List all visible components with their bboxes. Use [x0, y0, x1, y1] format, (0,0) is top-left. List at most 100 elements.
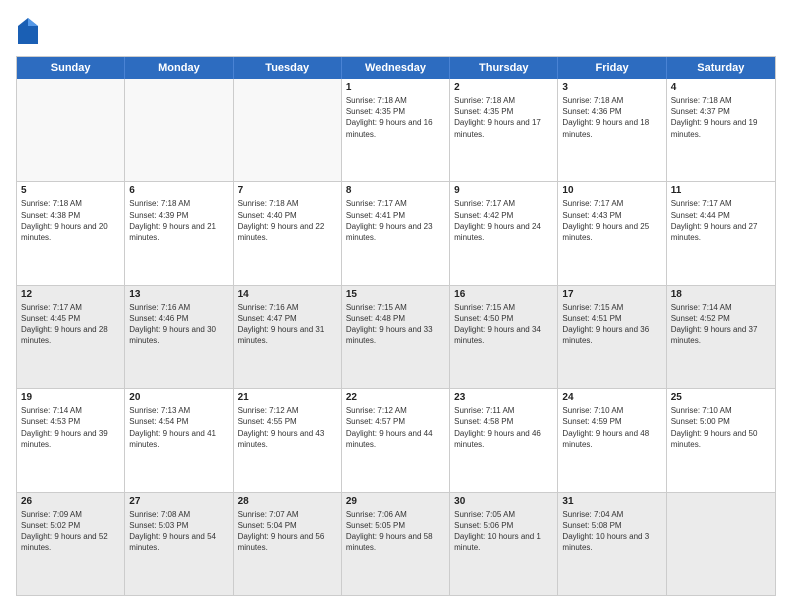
day-number: 14: [238, 289, 337, 300]
cell-info: Sunrise: 7:17 AM Sunset: 4:42 PM Dayligh…: [454, 198, 553, 243]
cell-info: Sunrise: 7:06 AM Sunset: 5:05 PM Dayligh…: [346, 509, 445, 554]
cell-info: Sunrise: 7:15 AM Sunset: 4:48 PM Dayligh…: [346, 302, 445, 347]
cell-info: Sunrise: 7:18 AM Sunset: 4:39 PM Dayligh…: [129, 198, 228, 243]
cell-info: Sunrise: 7:17 AM Sunset: 4:43 PM Dayligh…: [562, 198, 661, 243]
header: [16, 16, 776, 46]
day-number: 22: [346, 392, 445, 403]
cell-info: Sunrise: 7:09 AM Sunset: 5:02 PM Dayligh…: [21, 509, 120, 554]
day-number: 1: [346, 82, 445, 93]
calendar-cell: 18Sunrise: 7:14 AM Sunset: 4:52 PM Dayli…: [667, 286, 775, 388]
cell-info: Sunrise: 7:04 AM Sunset: 5:08 PM Dayligh…: [562, 509, 661, 554]
day-number: 26: [21, 496, 120, 507]
day-number: 21: [238, 392, 337, 403]
day-number: 12: [21, 289, 120, 300]
cell-info: Sunrise: 7:13 AM Sunset: 4:54 PM Dayligh…: [129, 405, 228, 450]
cell-info: Sunrise: 7:17 AM Sunset: 4:41 PM Dayligh…: [346, 198, 445, 243]
calendar-cell: 16 Sunrise: 7:15 AM Sunset: 4:50 PM Dayli…: [450, 286, 558, 388]
day-number: 30: [454, 496, 553, 507]
calendar-row: 26 Sunrise: 7:09 AM Sunset: 5:02 PM Dayli…: [17, 493, 775, 595]
calendar-cell: 2 Sunrise: 7:18 AM Sunset: 4:35 PM Daylig…: [450, 79, 558, 181]
day-number: 17: [562, 289, 661, 300]
weekday-header: Thursday: [450, 57, 558, 79]
day-number: 18: [671, 289, 771, 300]
day-number: 6: [129, 185, 228, 196]
day-number: 11: [671, 185, 771, 196]
day-number: 31: [562, 496, 661, 507]
day-number: 27: [129, 496, 228, 507]
cell-info: Sunrise: 7:10 AM Sunset: 4:59 PM Dayligh…: [562, 405, 661, 450]
cell-info: Sunrise: 7:08 AM Sunset: 5:03 PM Dayligh…: [129, 509, 228, 554]
cell-info: Sunrise: 7:11 AM Sunset: 4:58 PM Dayligh…: [454, 405, 553, 450]
page: SundayMondayTuesdayWednesdayThursdayFrid…: [0, 0, 792, 612]
day-number: 28: [238, 496, 337, 507]
cell-info: Sunrise: 7:18 AM Sunset: 4:40 PM Dayligh…: [238, 198, 337, 243]
day-number: 5: [21, 185, 120, 196]
calendar-row: 1 Sunrise: 7:18 AM Sunset: 4:35 PM Daylig…: [17, 79, 775, 182]
cell-info: Sunrise: 7:18 AM Sunset: 4:38 PM Dayligh…: [21, 198, 120, 243]
weekday-header: Monday: [125, 57, 233, 79]
day-number: 24: [562, 392, 661, 403]
cell-info: Sunrise: 7:18 AM Sunset: 4:37 PM Dayligh…: [671, 95, 771, 140]
cell-info: Sunrise: 7:16 AM Sunset: 4:46 PM Dayligh…: [129, 302, 228, 347]
calendar-cell: 11 Sunrise: 7:17 AM Sunset: 4:44 PM Dayli…: [667, 182, 775, 284]
calendar-cell: 10 Sunrise: 7:17 AM Sunset: 4:43 PM Dayli…: [558, 182, 666, 284]
day-number: 7: [238, 185, 337, 196]
day-number: 16: [454, 289, 553, 300]
calendar: SundayMondayTuesdayWednesdayThursdayFrid…: [16, 56, 776, 596]
cell-info: Sunrise: 7:05 AM Sunset: 5:06 PM Dayligh…: [454, 509, 553, 554]
cell-info: Sunrise: 7:16 AM Sunset: 4:47 PM Dayligh…: [238, 302, 337, 347]
day-number: 10: [562, 185, 661, 196]
calendar-cell: 26 Sunrise: 7:09 AM Sunset: 5:02 PM Dayli…: [17, 493, 125, 595]
calendar-cell: 28 Sunrise: 7:07 AM Sunset: 5:04 PM Dayli…: [234, 493, 342, 595]
cell-info: Sunrise: 7:17 AM Sunset: 4:44 PM Dayligh…: [671, 198, 771, 243]
calendar-cell: 17Sunrise: 7:15 AM Sunset: 4:51 PM Dayli…: [558, 286, 666, 388]
logo: [16, 16, 44, 46]
weekday-header: Tuesday: [234, 57, 342, 79]
calendar-cell: 13 Sunrise: 7:16 AM Sunset: 4:46 PM Dayli…: [125, 286, 233, 388]
calendar-cell: [234, 79, 342, 181]
cell-info: Sunrise: 7:12 AM Sunset: 4:55 PM Dayligh…: [238, 405, 337, 450]
cell-info: Sunrise: 7:14 AM Sunset: 4:53 PM Dayligh…: [21, 405, 120, 450]
calendar-body: 1 Sunrise: 7:18 AM Sunset: 4:35 PM Daylig…: [17, 79, 775, 595]
calendar-cell: 19 Sunrise: 7:14 AM Sunset: 4:53 PM Dayli…: [17, 389, 125, 491]
calendar-cell: 12Sunrise: 7:17 AM Sunset: 4:45 PM Dayli…: [17, 286, 125, 388]
weekday-header: Sunday: [17, 57, 125, 79]
calendar-cell: 30 Sunrise: 7:05 AM Sunset: 5:06 PM Dayli…: [450, 493, 558, 595]
day-number: 20: [129, 392, 228, 403]
day-number: 2: [454, 82, 553, 93]
calendar-cell: 29Sunrise: 7:06 AM Sunset: 5:05 PM Dayli…: [342, 493, 450, 595]
cell-info: Sunrise: 7:07 AM Sunset: 5:04 PM Dayligh…: [238, 509, 337, 554]
calendar-cell: 3Sunrise: 7:18 AM Sunset: 4:36 PM Daylig…: [558, 79, 666, 181]
logo-icon: [16, 16, 40, 46]
calendar-cell: 14 Sunrise: 7:16 AM Sunset: 4:47 PM Dayli…: [234, 286, 342, 388]
cell-info: Sunrise: 7:15 AM Sunset: 4:50 PM Dayligh…: [454, 302, 553, 347]
calendar-cell: 31 Sunrise: 7:04 AM Sunset: 5:08 PM Dayli…: [558, 493, 666, 595]
day-number: 9: [454, 185, 553, 196]
cell-info: Sunrise: 7:12 AM Sunset: 4:57 PM Dayligh…: [346, 405, 445, 450]
day-number: 8: [346, 185, 445, 196]
cell-info: Sunrise: 7:18 AM Sunset: 4:35 PM Dayligh…: [454, 95, 553, 140]
calendar-cell: 27 Sunrise: 7:08 AM Sunset: 5:03 PM Dayli…: [125, 493, 233, 595]
calendar-cell: 21 Sunrise: 7:12 AM Sunset: 4:55 PM Dayli…: [234, 389, 342, 491]
day-number: 25: [671, 392, 771, 403]
calendar-cell: 6 Sunrise: 7:18 AM Sunset: 4:39 PM Daylig…: [125, 182, 233, 284]
weekday-header: Friday: [558, 57, 666, 79]
calendar-cell: [17, 79, 125, 181]
calendar-cell: 4Sunrise: 7:18 AM Sunset: 4:37 PM Daylig…: [667, 79, 775, 181]
calendar-cell: 1 Sunrise: 7:18 AM Sunset: 4:35 PM Daylig…: [342, 79, 450, 181]
day-number: 19: [21, 392, 120, 403]
day-number: 15: [346, 289, 445, 300]
day-number: 23: [454, 392, 553, 403]
cell-info: Sunrise: 7:10 AM Sunset: 5:00 PM Dayligh…: [671, 405, 771, 450]
calendar-cell: 24 Sunrise: 7:10 AM Sunset: 4:59 PM Dayli…: [558, 389, 666, 491]
calendar-cell: 15 Sunrise: 7:15 AM Sunset: 4:48 PM Dayli…: [342, 286, 450, 388]
calendar-header: SundayMondayTuesdayWednesdayThursdayFrid…: [17, 57, 775, 79]
calendar-row: 5 Sunrise: 7:18 AM Sunset: 4:38 PM Daylig…: [17, 182, 775, 285]
day-number: 13: [129, 289, 228, 300]
weekday-header: Wednesday: [342, 57, 450, 79]
cell-info: Sunrise: 7:18 AM Sunset: 4:35 PM Dayligh…: [346, 95, 445, 140]
calendar-cell: 23 Sunrise: 7:11 AM Sunset: 4:58 PM Dayli…: [450, 389, 558, 491]
calendar-cell: [667, 493, 775, 595]
calendar-row: 12Sunrise: 7:17 AM Sunset: 4:45 PM Dayli…: [17, 286, 775, 389]
calendar-cell: 20 Sunrise: 7:13 AM Sunset: 4:54 PM Dayli…: [125, 389, 233, 491]
